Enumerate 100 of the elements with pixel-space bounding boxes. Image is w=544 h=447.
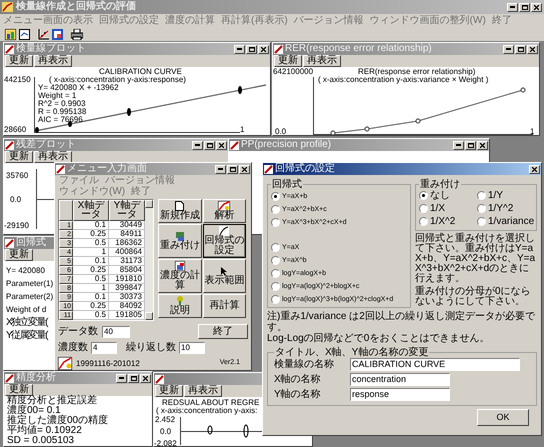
menu-button[interactable]: 表示範囲 bbox=[202, 259, 246, 293]
radio-button[interactable] bbox=[477, 217, 486, 226]
radio-button[interactable] bbox=[271, 269, 280, 278]
plot-button[interactable]: 更新 bbox=[5, 55, 33, 67]
axis-label: 0.0 bbox=[275, 127, 286, 135]
radio-button[interactable] bbox=[271, 205, 280, 214]
radio-button[interactable] bbox=[477, 204, 486, 213]
radio-button[interactable] bbox=[271, 218, 280, 227]
close-button[interactable] bbox=[258, 44, 269, 54]
maximize-button[interactable] bbox=[227, 164, 238, 174]
toolbar-button[interactable] bbox=[51, 28, 64, 40]
close-button[interactable] bbox=[527, 44, 538, 54]
result-line: Parameter(2) bbox=[6, 291, 54, 302]
toolbar-button[interactable] bbox=[4, 28, 17, 40]
axis-label: 442150 bbox=[4, 75, 31, 84]
field-label: データ数 bbox=[58, 326, 98, 337]
toolbar-button[interactable] bbox=[70, 28, 83, 40]
plot-button[interactable]: 更新 bbox=[5, 384, 33, 396]
radio-button[interactable] bbox=[271, 192, 280, 201]
text-field[interactable]: 4 bbox=[91, 342, 117, 354]
radio-button[interactable] bbox=[419, 217, 428, 226]
minimize-button[interactable] bbox=[192, 140, 203, 150]
plot-button[interactable]: 更新 bbox=[5, 151, 33, 163]
plot-button[interactable]: 再表示 bbox=[34, 55, 72, 67]
toolbar-button[interactable] bbox=[37, 28, 50, 40]
minimize-icon bbox=[195, 144, 200, 146]
close-icon bbox=[261, 46, 266, 52]
maximize-button[interactable] bbox=[128, 374, 139, 382]
plot-button[interactable]: 再表示 bbox=[34, 151, 72, 163]
axis-label: 28660 bbox=[4, 125, 26, 134]
minimize-button[interactable] bbox=[234, 44, 245, 54]
cursor-icon bbox=[219, 266, 230, 276]
radio-button[interactable] bbox=[271, 256, 280, 265]
text-field[interactable]: CALIBRATION CURVE bbox=[350, 358, 520, 371]
calculator-icon bbox=[174, 261, 185, 271]
radio-button[interactable] bbox=[419, 204, 428, 213]
minimize-button[interactable] bbox=[116, 374, 127, 382]
menu-button[interactable]: 回帰式の設定 bbox=[202, 224, 246, 258]
text-field[interactable]: 40 bbox=[102, 326, 130, 338]
close-button[interactable] bbox=[531, 2, 542, 12]
column-header: X軸データ bbox=[73, 200, 109, 221]
maximize-button[interactable] bbox=[465, 140, 476, 150]
result-line: 濃度00= 0.1 bbox=[7, 406, 61, 416]
menu-button[interactable]: 重み付け bbox=[158, 224, 202, 258]
close-button[interactable] bbox=[477, 140, 488, 150]
close-button[interactable] bbox=[529, 164, 540, 174]
plot-button[interactable]: 再表示 bbox=[184, 385, 222, 397]
table-cell: 0.5 bbox=[73, 311, 109, 320]
radio-button[interactable] bbox=[419, 191, 428, 200]
close-icon bbox=[534, 4, 539, 10]
text-field[interactable]: 10 bbox=[179, 342, 205, 354]
minimize-icon bbox=[218, 168, 223, 170]
axis-label: 0.0 bbox=[160, 427, 172, 436]
scrollbar[interactable] bbox=[145, 200, 153, 320]
build-date: 19991116-201012 bbox=[76, 358, 140, 368]
stat-line: R = 0.995138 bbox=[38, 108, 88, 116]
menu-button[interactable]: 再計算 bbox=[202, 294, 246, 318]
residual-axes-drawing bbox=[36, 169, 54, 229]
document-icon bbox=[19, 28, 30, 40]
chart-title: REDSUAL ABOUT REGRE bbox=[162, 398, 260, 407]
field-label: 濃度数 bbox=[58, 342, 88, 353]
weight-icon bbox=[174, 231, 185, 241]
radio-button[interactable] bbox=[271, 243, 280, 252]
minimize-button[interactable] bbox=[503, 44, 514, 54]
plot-button[interactable]: 再表示 bbox=[303, 55, 341, 67]
menu-button[interactable]: 説明 bbox=[158, 294, 202, 318]
minimize-button[interactable] bbox=[453, 140, 464, 150]
plot-button[interactable]: 更新 bbox=[155, 385, 183, 397]
radio-button[interactable] bbox=[477, 191, 486, 200]
chart-subtitle: ( x-axis:concentration y-axis:response) bbox=[49, 75, 186, 84]
maximize-icon bbox=[522, 4, 528, 10]
text-field[interactable]: response bbox=[350, 388, 450, 401]
help-text: 重み付けの分母が0にならないようにして下さい。 bbox=[415, 287, 532, 307]
maximize-icon bbox=[230, 166, 236, 172]
exit-button[interactable]: 終了 bbox=[198, 324, 248, 339]
table-cell: 0.5 bbox=[73, 239, 109, 248]
radio-button[interactable] bbox=[271, 282, 280, 291]
plot-button[interactable]: 更新 bbox=[5, 249, 33, 261]
close-button[interactable] bbox=[239, 164, 250, 174]
maximize-button[interactable] bbox=[519, 2, 530, 12]
field-label: Y軸の名称 bbox=[274, 389, 322, 400]
minimize-button[interactable] bbox=[507, 2, 518, 12]
minimize-button[interactable] bbox=[215, 164, 226, 174]
stat-line: Y= 420080 X + -13962 bbox=[38, 84, 119, 92]
close-icon bbox=[242, 166, 247, 172]
field-label: 検量線の名称 bbox=[274, 359, 335, 370]
axis-label: 1 bbox=[240, 125, 244, 134]
minimize-icon bbox=[237, 48, 242, 50]
close-button[interactable] bbox=[140, 374, 151, 382]
axis-label: 2.452 bbox=[155, 415, 176, 424]
toolbar-button[interactable] bbox=[18, 28, 31, 40]
radio-button[interactable] bbox=[271, 295, 280, 304]
close-button[interactable] bbox=[216, 140, 227, 150]
plot-button[interactable]: 更新 bbox=[274, 55, 302, 67]
table-cell: 0.25 bbox=[73, 230, 109, 239]
ok-button[interactable]: OK bbox=[477, 409, 529, 426]
maximize-button[interactable] bbox=[246, 44, 257, 54]
text-field[interactable]: concentration bbox=[350, 373, 450, 386]
maximize-button[interactable] bbox=[204, 140, 215, 150]
maximize-button[interactable] bbox=[515, 44, 526, 54]
